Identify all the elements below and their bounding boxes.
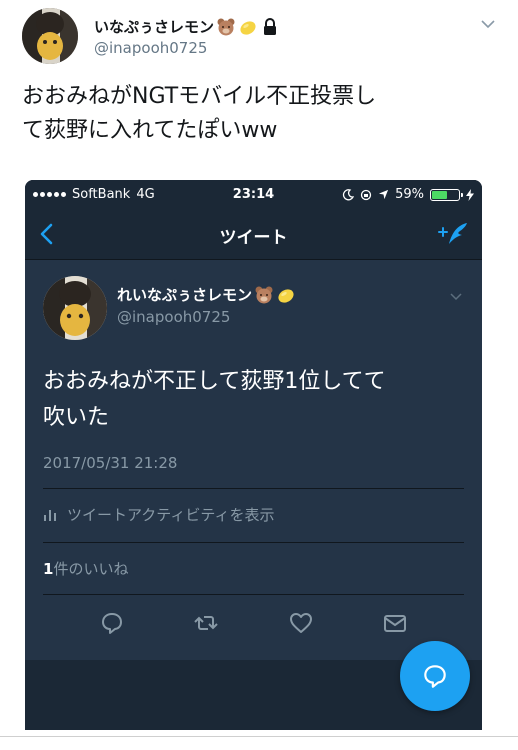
inner-name-row: れいなぷぅさレモン: [117, 284, 296, 305]
divider: [43, 542, 464, 543]
battery-fill: [432, 190, 448, 199]
direct-message-icon[interactable]: [382, 610, 408, 636]
tweet-activity-label: ツイートアクティビティを表示: [67, 506, 275, 524]
rotation-lock-icon: [360, 189, 372, 200]
charging-bolt-icon: [466, 188, 474, 201]
likes-summary[interactable]: 1件のいいね: [43, 558, 128, 579]
divider: [43, 488, 464, 489]
reply-icon[interactable]: [99, 610, 125, 636]
likes-count: 1: [43, 560, 54, 578]
battery-icon: [430, 188, 463, 201]
outer-tweet-text: おおみねがNGTモバイル不正投票し て荻野に入れてたぽいww: [22, 80, 492, 148]
avatar-image: [43, 276, 107, 340]
heart-icon[interactable]: [288, 610, 314, 636]
tweet-activity-link[interactable]: ツイートアクティビティを表示: [43, 504, 274, 525]
reply-fab-button[interactable]: [400, 641, 470, 711]
location-arrow-icon: [379, 189, 389, 200]
tweet-text: おおみねが不正して荻野1位してて 吹いた: [43, 364, 463, 436]
handle[interactable]: @inapooh0725: [117, 308, 230, 326]
outer-tweet-text-line: おおみねがNGTモバイル不正投票し: [22, 84, 377, 109]
bear-emoji-icon: [217, 18, 235, 35]
avatar-image: [22, 8, 78, 64]
status-bar: SoftBank 4G 23:14 59%: [25, 180, 482, 208]
bar-chart-icon: [44, 509, 56, 521]
divider: [43, 594, 464, 595]
tweet-text-line: おおみねが不正して荻野1位してて: [43, 369, 386, 394]
handle[interactable]: @inapooh0725: [94, 39, 207, 57]
divider: [0, 736, 518, 737]
display-name[interactable]: れいなぷぅさレモン: [117, 284, 252, 305]
attached-screenshot[interactable]: SoftBank 4G 23:14 59% ツイート れいなぷぅさレモン @in…: [25, 180, 482, 730]
lemon-emoji-icon: [240, 20, 256, 35]
likes-label: 件のいいね: [53, 560, 129, 578]
status-right: 59%: [342, 187, 474, 202]
battery-percent: 59%: [395, 187, 424, 202]
outer-name-row: いなぷぅさレモン: [94, 16, 280, 37]
tweet-text-line: 吹いた: [43, 405, 110, 430]
bear-emoji-icon: [255, 286, 273, 303]
moon-icon: [343, 188, 355, 200]
retweet-icon[interactable]: [193, 610, 219, 636]
tweet-timestamp: 2017/05/31 21:28: [43, 454, 178, 472]
outer-tweet-text-line: て荻野に入れてたぽいww: [22, 118, 278, 143]
chevron-down-icon[interactable]: [448, 288, 464, 304]
lock-icon: [264, 17, 277, 35]
chevron-down-icon[interactable]: [478, 14, 498, 34]
tweet-actions: [25, 598, 482, 648]
display-name[interactable]: いなぷぅさレモン: [94, 16, 214, 37]
avatar[interactable]: [22, 8, 78, 64]
outer-tweet-header: いなぷぅさレモン @inapooh0725: [22, 8, 498, 64]
compose-tweet-icon[interactable]: [436, 220, 470, 248]
lemon-emoji-icon: [278, 288, 294, 303]
reply-icon: [424, 665, 446, 688]
page-title: ツイート: [219, 228, 288, 248]
avatar[interactable]: [43, 276, 107, 340]
tweet-detail: れいなぷぅさレモン @inapooh0725 おおみねが不正して荻野1位してて …: [25, 260, 482, 660]
nav-bar: ツイート: [25, 208, 482, 260]
